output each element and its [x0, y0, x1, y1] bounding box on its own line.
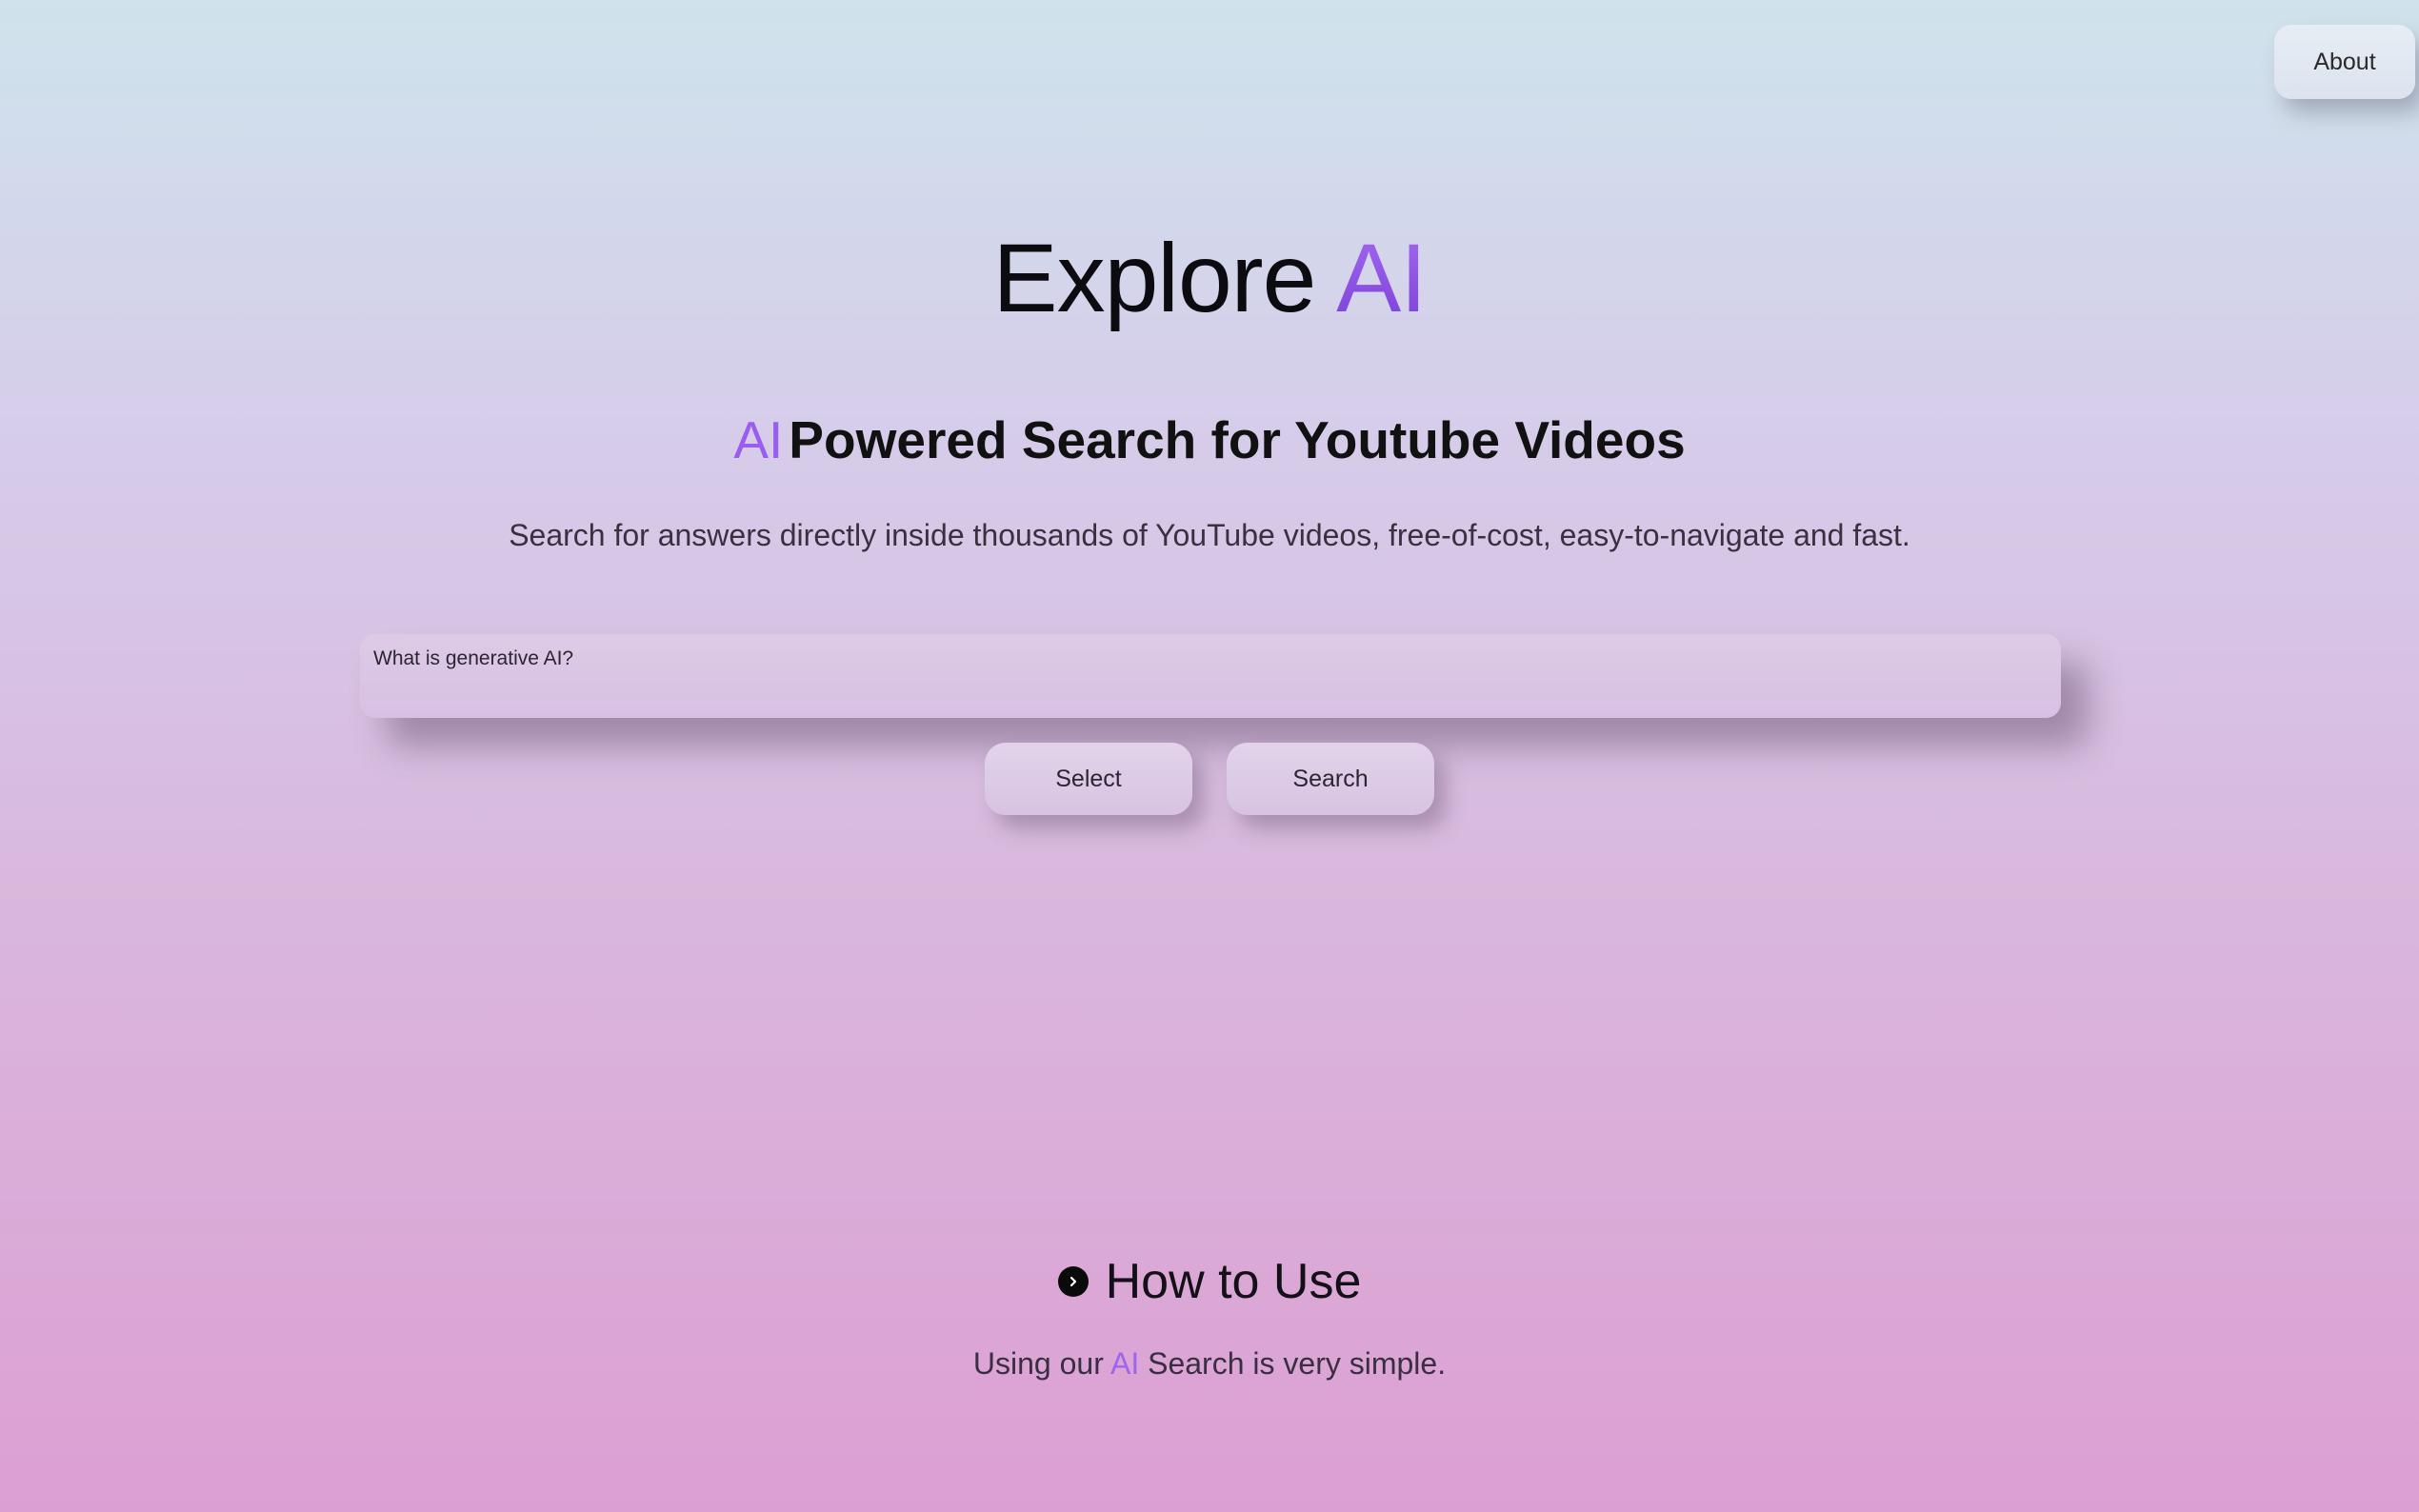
search-actions: Select Search [985, 743, 1434, 815]
howto-desc-accent: AI [1110, 1346, 1140, 1381]
page-title: Explore AI [0, 225, 2419, 331]
title-prefix: Explore [992, 224, 1317, 332]
how-to-use-description: Using our AI Search is very simple. [0, 1346, 2419, 1382]
page-description: Search for answers directly inside thous… [509, 518, 1910, 552]
search-input[interactable]: What is generative AI? [360, 634, 2061, 718]
about-button[interactable]: About [2274, 25, 2415, 99]
how-to-use-header: How to Use [0, 1253, 2419, 1310]
subtitle-text: Powered Search for Youtube Videos [789, 410, 1686, 469]
search-input-value: What is generative AI? [373, 647, 574, 669]
title-accent: AI [1336, 224, 1427, 332]
howto-desc-prefix: Using our [972, 1346, 1104, 1381]
search-button[interactable]: Search [1227, 743, 1434, 815]
chevron-right-circle-icon [1057, 1266, 1089, 1297]
howto-desc-suffix: Search is very simple. [1148, 1346, 1447, 1381]
page-subtitle: AI Powered Search for Youtube Videos [0, 411, 2419, 469]
select-button[interactable]: Select [985, 743, 1192, 815]
how-to-use-title: How to Use [1105, 1254, 1362, 1309]
subtitle-accent: AI [733, 410, 784, 469]
